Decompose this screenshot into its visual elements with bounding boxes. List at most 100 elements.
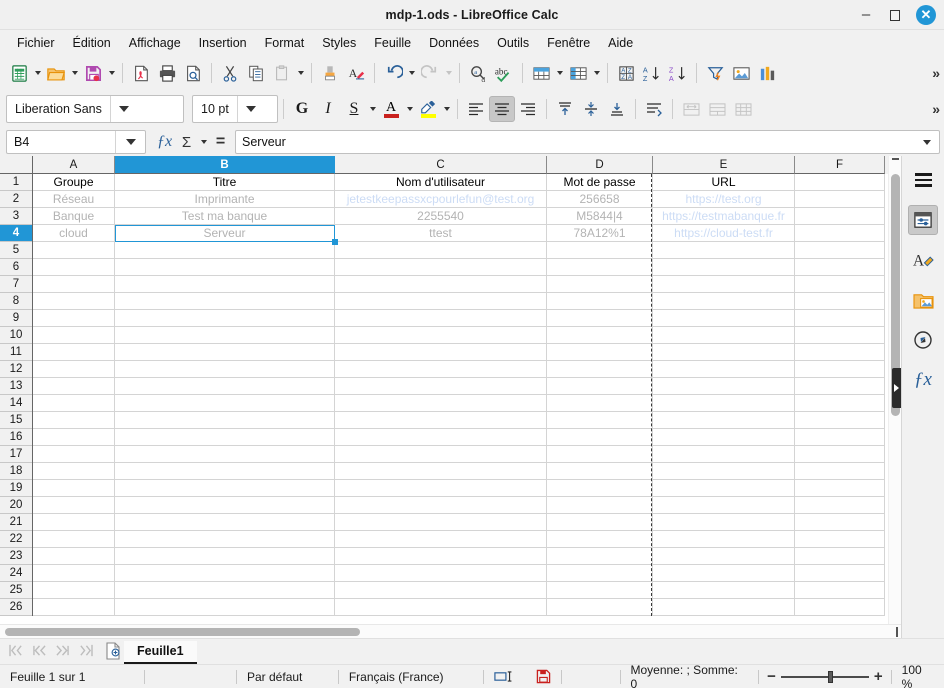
cell-B25[interactable]: [115, 582, 335, 599]
cell-D10[interactable]: [547, 327, 653, 344]
cell-E11[interactable]: [653, 344, 795, 361]
cell-C13[interactable]: [335, 378, 547, 395]
cell-F26[interactable]: [795, 599, 885, 616]
cell-A2[interactable]: Réseau: [33, 191, 115, 208]
cell-C25[interactable]: [335, 582, 547, 599]
cell-F22[interactable]: [795, 531, 885, 548]
row-header-5[interactable]: 5: [0, 242, 32, 259]
next-sheet-icon[interactable]: [54, 644, 71, 660]
autofilter-icon[interactable]: [702, 60, 728, 86]
align-center-icon[interactable]: [489, 96, 515, 122]
row-header-14[interactable]: 14: [0, 395, 32, 412]
cell-F5[interactable]: [795, 242, 885, 259]
cell-A1[interactable]: Groupe: [33, 174, 115, 191]
cell-B6[interactable]: [115, 259, 335, 276]
cell-B2[interactable]: Imprimante: [115, 191, 335, 208]
sidebar-navigator-icon[interactable]: [908, 325, 938, 355]
row-header-21[interactable]: 21: [0, 514, 32, 531]
cell-F8[interactable]: [795, 293, 885, 310]
sort-dialog-icon[interactable]: AZZA: [613, 60, 639, 86]
cell-E23[interactable]: [653, 548, 795, 565]
spelling-icon[interactable]: abc: [491, 60, 517, 86]
merge-cells-icon[interactable]: [704, 96, 730, 122]
highlight-color-dropdown[interactable]: [441, 96, 452, 122]
cell-E6[interactable]: [653, 259, 795, 276]
font-name-combo[interactable]: Liberation Sans: [6, 95, 184, 123]
cell-C19[interactable]: [335, 480, 547, 497]
cell-E26[interactable]: [653, 599, 795, 616]
menu-insertion[interactable]: Insertion: [190, 33, 256, 53]
cell-E17[interactable]: [653, 446, 795, 463]
cell-C3[interactable]: 2255540: [335, 208, 547, 225]
row-header-17[interactable]: 17: [0, 446, 32, 463]
split-view-handle-vertical[interactable]: [892, 158, 899, 160]
status-save-icon[interactable]: [526, 665, 561, 688]
cell-A10[interactable]: [33, 327, 115, 344]
cell-E1[interactable]: URL: [653, 174, 795, 191]
cell-A6[interactable]: [33, 259, 115, 276]
cell-D5[interactable]: [547, 242, 653, 259]
redo-icon[interactable]: [417, 60, 443, 86]
row-header-15[interactable]: 15: [0, 412, 32, 429]
cell-E5[interactable]: [653, 242, 795, 259]
insert-column-icon[interactable]: [565, 60, 591, 86]
insert-row-icon[interactable]: [528, 60, 554, 86]
formatbar-overflow-icon[interactable]: »: [932, 101, 940, 117]
cell-B5[interactable]: [115, 242, 335, 259]
cell-A5[interactable]: [33, 242, 115, 259]
zoom-out-button[interactable]: −: [767, 668, 776, 685]
cell-A24[interactable]: [33, 565, 115, 582]
column-header-a[interactable]: A: [33, 156, 115, 174]
sort-descending-icon[interactable]: ZA: [665, 60, 691, 86]
cell-B9[interactable]: [115, 310, 335, 327]
add-sheet-button[interactable]: [102, 640, 124, 662]
cell-B11[interactable]: [115, 344, 335, 361]
bold-button[interactable]: G: [289, 96, 315, 122]
row-header-10[interactable]: 10: [0, 327, 32, 344]
cell-B23[interactable]: [115, 548, 335, 565]
cell-B24[interactable]: [115, 565, 335, 582]
menu-affichage[interactable]: Affichage: [120, 33, 190, 53]
sheet-tab-feuille1[interactable]: Feuille1: [124, 641, 197, 664]
zoom-slider-knob[interactable]: [827, 670, 833, 683]
cell-A15[interactable]: [33, 412, 115, 429]
toolbar-overflow-icon[interactable]: »: [932, 65, 940, 81]
cell-A23[interactable]: [33, 548, 115, 565]
status-insert-mode-icon[interactable]: [484, 665, 526, 688]
print-icon[interactable]: [154, 60, 180, 86]
cell-C16[interactable]: [335, 429, 547, 446]
cell-A21[interactable]: [33, 514, 115, 531]
cell-D3[interactable]: M5844|4: [547, 208, 653, 225]
column-header-d[interactable]: D: [547, 156, 653, 174]
name-box-dropdown-icon[interactable]: [115, 131, 145, 153]
formula-expand-icon[interactable]: [915, 131, 939, 153]
cell-C22[interactable]: [335, 531, 547, 548]
cell-D22[interactable]: [547, 531, 653, 548]
cell-B8[interactable]: [115, 293, 335, 310]
wrap-text-icon[interactable]: [641, 96, 667, 122]
sidebar-collapse-handle[interactable]: [892, 368, 901, 408]
cell-F9[interactable]: [795, 310, 885, 327]
cell-E10[interactable]: [653, 327, 795, 344]
cell-B22[interactable]: [115, 531, 335, 548]
row-header-8[interactable]: 8: [0, 293, 32, 310]
cell-E7[interactable]: [653, 276, 795, 293]
column-header-f[interactable]: F: [795, 156, 885, 174]
cell-E16[interactable]: [653, 429, 795, 446]
cell-F24[interactable]: [795, 565, 885, 582]
cell-D14[interactable]: [547, 395, 653, 412]
insert-image-icon[interactable]: [728, 60, 754, 86]
cell-C15[interactable]: [335, 412, 547, 429]
sum-dropdown-icon[interactable]: [198, 129, 209, 155]
font-size-combo[interactable]: 10 pt: [192, 95, 278, 123]
clone-formatting-icon[interactable]: [317, 60, 343, 86]
open-document-dropdown[interactable]: [69, 60, 80, 86]
cell-A9[interactable]: [33, 310, 115, 327]
cell-E9[interactable]: [653, 310, 795, 327]
menu-fenetre[interactable]: Fenêtre: [538, 33, 599, 53]
maximize-icon[interactable]: [887, 7, 903, 23]
status-zoom-level[interactable]: 100 %: [892, 663, 944, 688]
cell-D6[interactable]: [547, 259, 653, 276]
cell-D20[interactable]: [547, 497, 653, 514]
previous-sheet-icon[interactable]: [31, 644, 48, 660]
